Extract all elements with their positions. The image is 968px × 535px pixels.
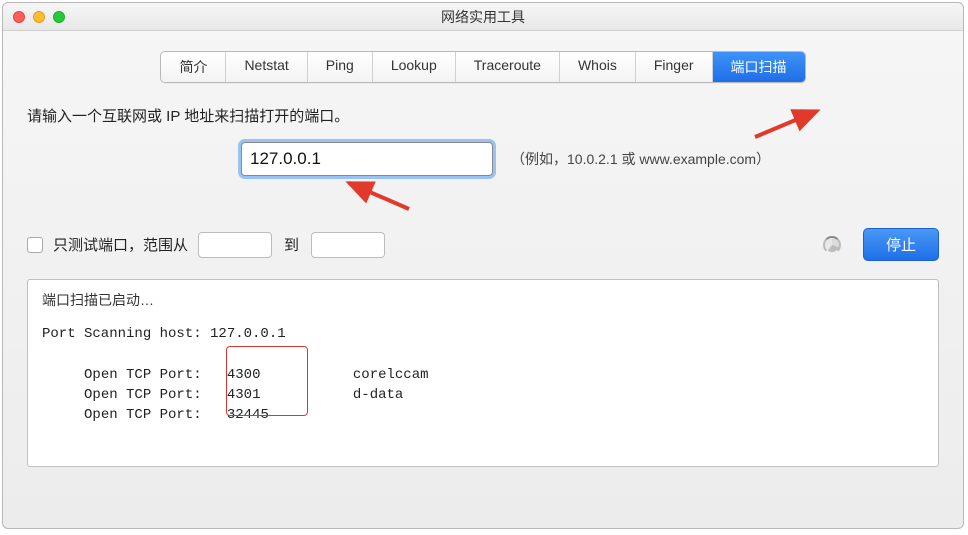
tab-traceroute[interactable]: Traceroute xyxy=(456,52,560,82)
tab-portscan[interactable]: 端口扫描 xyxy=(713,52,805,82)
tab-ping[interactable]: Ping xyxy=(308,52,373,82)
annotation-port-box xyxy=(226,346,308,416)
options-row: 只测试端口，范围从 到 停止 xyxy=(27,228,939,261)
content-area: 简介 Netstat Ping Lookup Traceroute Whois … xyxy=(3,31,963,528)
tabbar: 简介 Netstat Ping Lookup Traceroute Whois … xyxy=(160,51,805,83)
spinner-icon xyxy=(823,236,841,254)
tab-lookup[interactable]: Lookup xyxy=(373,52,456,82)
output-status: 端口扫描已启动… xyxy=(42,290,924,310)
address-input[interactable] xyxy=(241,142,493,176)
stop-button[interactable]: 停止 xyxy=(863,228,939,261)
address-row: （例如，10.0.2.1 或 www.example.com） xyxy=(241,142,939,176)
output-panel: 端口扫描已启动… Port Scanning host: 127.0.0.1 O… xyxy=(27,279,939,467)
tabbar-container: 简介 Netstat Ping Lookup Traceroute Whois … xyxy=(160,51,805,83)
tab-whois[interactable]: Whois xyxy=(560,52,636,82)
address-example: （例如，10.0.2.1 或 www.example.com） xyxy=(511,149,770,169)
range-to-input[interactable] xyxy=(311,232,385,258)
titlebar: 网络实用工具 xyxy=(3,3,963,31)
test-ports-only-checkbox[interactable] xyxy=(27,237,43,253)
annotation-arrow-input xyxy=(343,177,413,213)
tab-intro[interactable]: 简介 xyxy=(161,52,226,82)
tab-netstat[interactable]: Netstat xyxy=(226,52,307,82)
annotation-arrow-tab xyxy=(751,107,831,137)
traffic-lights xyxy=(3,11,65,23)
output-text: Port Scanning host: 127.0.0.1 Open TCP P… xyxy=(42,324,924,425)
range-from-input[interactable] xyxy=(198,232,272,258)
close-icon[interactable] xyxy=(13,11,25,23)
test-ports-only-label: 只测试端口，范围从 xyxy=(53,234,188,255)
app-window: 网络实用工具 简介 Netstat Ping Lookup Traceroute… xyxy=(2,2,964,529)
window-title: 网络实用工具 xyxy=(3,7,963,27)
minimize-icon[interactable] xyxy=(33,11,45,23)
tab-finger[interactable]: Finger xyxy=(636,52,713,82)
range-to-label: 到 xyxy=(284,234,299,255)
zoom-icon[interactable] xyxy=(53,11,65,23)
